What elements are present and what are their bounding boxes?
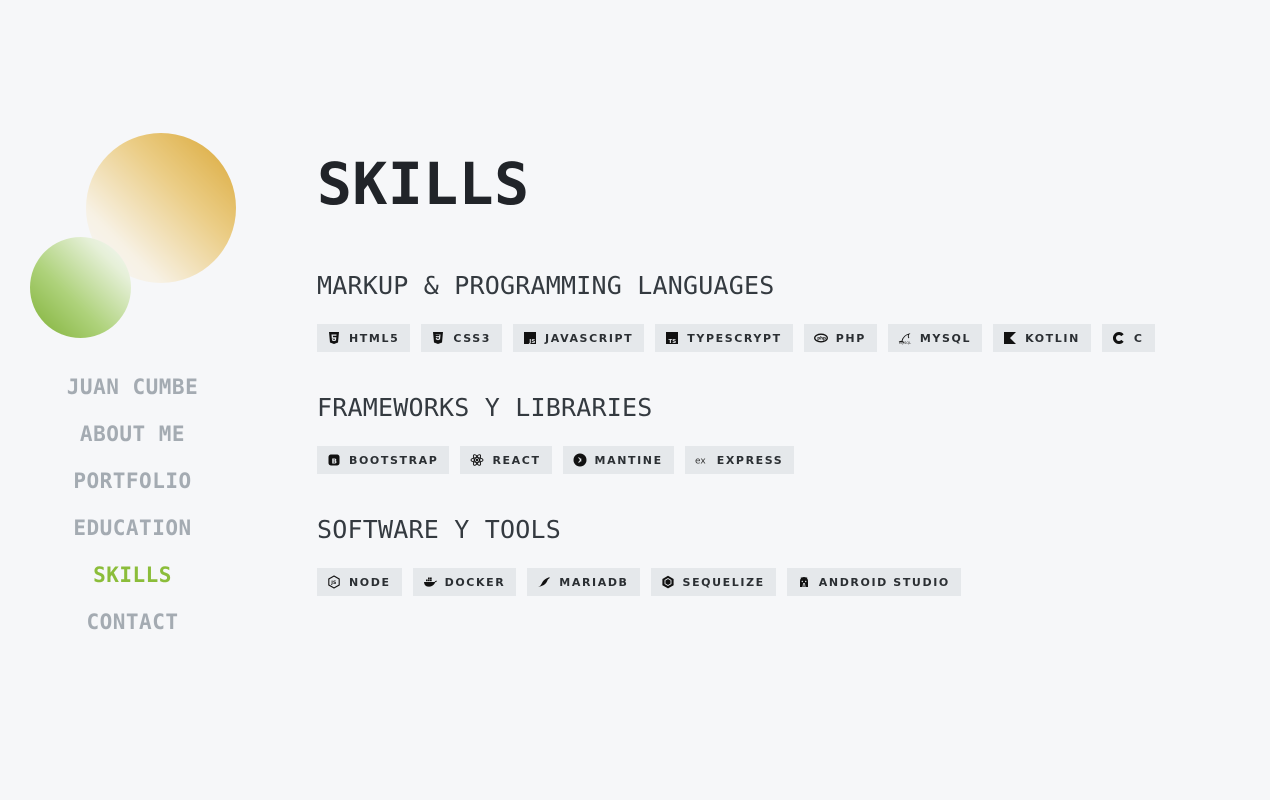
nav-item-contact[interactable]: CONTACT (0, 605, 265, 652)
nav-item-portfolio[interactable]: PORTFOLIO (0, 464, 265, 511)
section-title: SOFTWARE Y TOOLS (317, 515, 562, 544)
skill-chip-node[interactable]: JS NODE (317, 568, 402, 596)
skill-chip-label: DOCKER (444, 575, 506, 589)
svg-text:JS: JS (330, 580, 336, 586)
bootstrap-icon: B (327, 453, 341, 467)
javascript-icon: JS (523, 331, 537, 345)
kotlin-icon (1003, 331, 1017, 345)
chip-list: B BOOTSTRAP REACT MANTINE ex EXPRESS (317, 446, 1247, 474)
sidebar: JUAN CUMBE ABOUT ME PORTFOLIO EDUCATION SKIL… (0, 0, 265, 800)
mariadb-icon (537, 575, 551, 589)
skill-chip-react[interactable]: REACT (460, 446, 552, 474)
skill-chip-bootstrap[interactable]: B BOOTSTRAP (317, 446, 450, 474)
nav-item-education[interactable]: EDUCATION (0, 511, 265, 558)
chip-list: JS NODE DOCKER MARIADB SEQUELIZE ANDROID STUD… (317, 568, 1247, 596)
html5-icon (327, 331, 341, 345)
skill-chip-label: KOTLIN (1025, 331, 1080, 345)
logo-green-circle (30, 237, 131, 338)
section-title: MARKUP & PROGRAMMING LANGUAGES (317, 271, 775, 300)
php-icon: php (813, 331, 828, 345)
skill-chip-docker[interactable]: DOCKER (412, 568, 517, 596)
skill-chip-label: NODE (349, 575, 391, 589)
page-title: SKILLS (317, 150, 530, 218)
sequelize-icon (661, 575, 675, 589)
css3-icon (431, 331, 445, 345)
skill-chip-label: C (1133, 331, 1144, 345)
svg-text:MySQL: MySQL (899, 341, 911, 345)
svg-text:php: php (817, 336, 826, 341)
mysql-icon: MySQL (898, 331, 912, 345)
svg-text:JS: JS (528, 339, 535, 345)
nav-item-about-me[interactable]: ABOUT ME (0, 417, 265, 464)
skill-chip-php[interactable]: php PHP (803, 324, 877, 352)
skill-chip-label: TYPESCRYPT (687, 331, 782, 345)
c-icon (1112, 331, 1126, 345)
skill-chip-c[interactable]: C (1101, 324, 1155, 352)
skill-chip-javascript[interactable]: JS JAVASCRIPT (513, 324, 645, 352)
nodejs-icon: JS (327, 575, 341, 589)
chip-list: HTML5 CSS3 JS JAVASCRIPT TS TYPESCRYPT php PHP M… (317, 324, 1247, 352)
skill-chip-label: BOOTSTRAP (349, 453, 439, 467)
docker-icon (423, 575, 437, 589)
skill-chip-css3[interactable]: CSS3 (421, 324, 503, 352)
page: JUAN CUMBE ABOUT ME PORTFOLIO EDUCATION SKIL… (0, 0, 1270, 800)
express-icon: ex (695, 453, 709, 467)
svg-text:TS: TS (669, 339, 677, 345)
nav-item-skills[interactable]: SKILLS (0, 558, 265, 605)
react-icon (470, 453, 484, 467)
section-tools: SOFTWARE Y TOOLS JS NODE DOCKER MARIADB SEQU… (317, 514, 1247, 596)
skill-chip-label: ANDROID STUDIO (818, 575, 950, 589)
typescript-icon: TS (665, 331, 679, 345)
section-languages: MARKUP & PROGRAMMING LANGUAGES HTML5 CSS3… (317, 270, 1247, 352)
section-title: FRAMEWORKS Y LIBRARIES (317, 393, 653, 422)
skill-chip-label: MYSQL (919, 331, 972, 345)
skill-chip-label: MANTINE (594, 453, 663, 467)
skill-chip-sequelize[interactable]: SEQUELIZE (650, 568, 776, 596)
skill-chip-kotlin[interactable]: KOTLIN (993, 324, 1091, 352)
svg-text:B: B (332, 457, 337, 465)
sidebar-nav: JUAN CUMBE ABOUT ME PORTFOLIO EDUCATION SKIL… (0, 370, 265, 652)
mantine-icon (573, 453, 587, 467)
skill-chip-android-studio[interactable]: ANDROID STUDIO (786, 568, 961, 596)
skill-chip-label: PHP (835, 331, 866, 345)
skill-chip-express[interactable]: ex EXPRESS (684, 446, 795, 474)
android-studio-icon (797, 575, 811, 589)
skill-chip-label: EXPRESS (716, 453, 784, 467)
skill-chip-mysql[interactable]: MySQL MYSQL (887, 324, 983, 352)
skill-chip-label: REACT (492, 453, 541, 467)
skill-chip-mariadb[interactable]: MARIADB (527, 568, 640, 596)
skill-chip-typescrypt[interactable]: TS TYPESCRYPT (655, 324, 793, 352)
skill-chip-label: SEQUELIZE (682, 575, 765, 589)
svg-text:ex: ex (695, 457, 706, 467)
logo (30, 133, 240, 339)
skill-chip-label: JAVASCRIPT (545, 331, 634, 345)
nav-item-juan-cumbe[interactable]: JUAN CUMBE (0, 370, 265, 417)
skill-chip-label: CSS3 (453, 331, 492, 345)
section-frameworks: FRAMEWORKS Y LIBRARIES B BOOTSTRAP REACT MA… (317, 392, 1247, 474)
main-content: SKILLS MARKUP & PROGRAMMING LANGUAGES HT… (317, 0, 1247, 800)
skill-chip-html5[interactable]: HTML5 (317, 324, 411, 352)
skill-chip-label: HTML5 (349, 331, 400, 345)
skill-chip-mantine[interactable]: MANTINE (562, 446, 674, 474)
skill-chip-label: MARIADB (559, 575, 629, 589)
